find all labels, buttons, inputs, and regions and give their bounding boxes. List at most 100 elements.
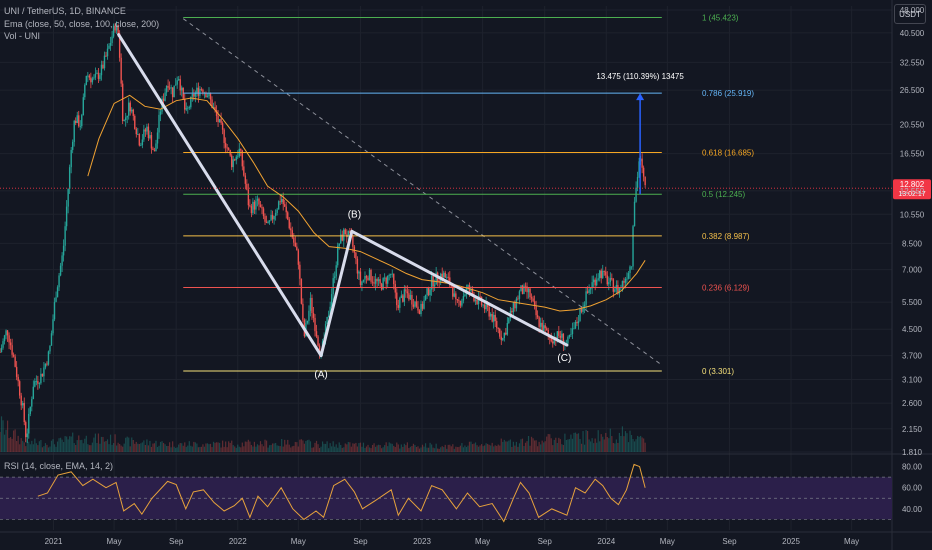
candle-body	[511, 310, 513, 313]
volume-bar	[427, 447, 430, 452]
volume-bar	[285, 444, 287, 452]
candle-body	[97, 72, 100, 79]
candle-body	[70, 149, 72, 168]
candle-body	[611, 278, 613, 280]
candle-body	[246, 183, 248, 190]
candle-body	[390, 274, 392, 276]
volume-bar	[373, 443, 375, 452]
volume-bar	[259, 441, 262, 452]
volume-bar	[87, 444, 89, 452]
price-tick-label: 32.550	[900, 58, 925, 67]
candle-body	[393, 273, 395, 285]
candle-body	[38, 383, 41, 385]
candle-body	[40, 373, 42, 384]
candle-body	[474, 299, 477, 302]
volume-bar	[352, 443, 354, 452]
volume-bar	[175, 448, 177, 452]
volume-bar	[406, 442, 408, 452]
volume-bar	[533, 440, 536, 452]
volume-bar	[387, 446, 389, 452]
volume-bar	[541, 440, 543, 452]
volume-bar	[480, 444, 483, 452]
volume-bar	[506, 441, 508, 452]
volume-bar	[609, 428, 611, 452]
volume-bar	[297, 446, 299, 452]
candle-body	[527, 288, 530, 293]
volume-bar	[485, 443, 487, 452]
volume-bar	[123, 443, 125, 452]
volume-bar	[535, 440, 537, 452]
projection-label: 13.475 (110.39%) 13475	[596, 72, 684, 81]
volume-bar	[350, 446, 352, 452]
candle-body	[78, 115, 80, 127]
volume-bar	[159, 441, 162, 452]
volume-bar	[567, 439, 569, 452]
volume-bar	[181, 443, 183, 452]
volume-bar	[232, 445, 234, 452]
price-tick-label: 1.810	[902, 448, 923, 457]
candle-body	[93, 77, 95, 79]
candle-body	[156, 132, 159, 144]
volume-bar	[509, 439, 511, 452]
volume-bar	[321, 441, 324, 452]
candle-body	[62, 245, 65, 256]
volume-bar	[482, 446, 484, 452]
volume-bar	[218, 442, 221, 452]
candle-body	[515, 298, 518, 309]
volume-bar	[70, 436, 72, 452]
candle-body	[362, 279, 365, 282]
candle-body	[632, 226, 634, 267]
candle-body	[300, 278, 303, 304]
volume-bar	[182, 445, 184, 452]
volume-bar	[397, 444, 399, 452]
candle-body	[352, 236, 354, 247]
volume-bar	[364, 448, 366, 452]
volume-bar	[249, 441, 251, 452]
volume-bar	[641, 437, 643, 452]
candle-body	[75, 120, 77, 123]
volume-bar	[332, 441, 334, 452]
volume-bar	[162, 442, 165, 452]
candle-body	[368, 269, 371, 280]
candle-body	[626, 278, 628, 280]
volume-bar	[523, 446, 525, 452]
volume-bar	[178, 444, 180, 452]
currency-button[interactable]: USDT	[894, 4, 926, 24]
volume-bar	[270, 444, 272, 452]
volume-bar	[452, 444, 454, 452]
volume-bar	[599, 441, 601, 452]
candle-body	[288, 219, 290, 229]
volume-bar	[340, 444, 342, 452]
candle-body	[221, 123, 224, 130]
candle-body	[332, 278, 334, 295]
candle-body	[612, 279, 615, 292]
candle-body	[108, 45, 110, 49]
candle-body	[293, 237, 295, 243]
candle-body	[427, 288, 430, 296]
candle-body	[96, 72, 98, 74]
price-tick-label: 4.500	[902, 325, 923, 334]
candle-body	[67, 188, 69, 207]
volume-bar	[59, 437, 62, 452]
volume-bar	[8, 438, 10, 452]
volume-bar	[300, 439, 302, 452]
volume-bar	[526, 441, 528, 452]
volume-bar	[432, 447, 434, 452]
volume-bar	[329, 443, 331, 452]
candle-body	[476, 299, 478, 305]
candle-body	[9, 342, 12, 346]
volume-bar	[588, 439, 590, 452]
candle-body	[79, 126, 81, 127]
candle-body	[73, 120, 75, 142]
volume-bar	[79, 440, 81, 452]
volume-bar	[156, 446, 159, 452]
volume-bar	[271, 443, 274, 452]
volume-bar	[349, 442, 351, 452]
volume-bar	[268, 445, 271, 452]
rsi-tick-label: 60.00	[902, 484, 923, 493]
candle-body	[267, 221, 269, 223]
candle-body	[636, 177, 639, 188]
chart-canvas[interactable]: 1 (45.423) 0.786 (25.919) 0.618 (16.685) 0.…	[0, 0, 932, 550]
candle-body	[200, 88, 203, 90]
volume-bar	[34, 438, 36, 452]
